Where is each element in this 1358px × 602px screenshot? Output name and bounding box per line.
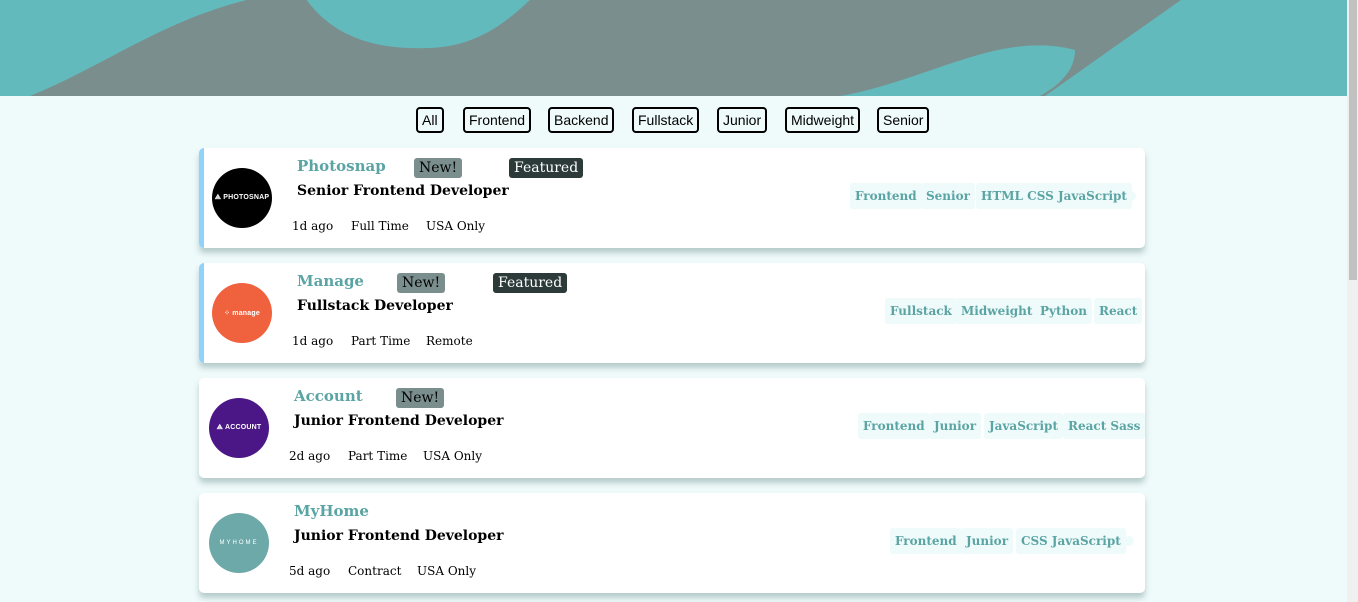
filter-bar: All Frontend Backend Fullstack Junior Mi… — [0, 107, 1347, 133]
job-location: Remote — [426, 334, 473, 348]
tag-frontend[interactable]: Frontend — [850, 183, 922, 209]
new-badge: New! — [397, 273, 446, 293]
contract-type: Part Time — [348, 449, 408, 463]
contract-type: Contract — [348, 564, 402, 578]
featured-badge: Featured — [493, 273, 568, 293]
featured-badge: Featured — [509, 158, 584, 178]
company-name: MyHome — [294, 502, 369, 520]
tag-junior[interactable]: Junior — [961, 528, 1014, 554]
company-logo: ⟁ PHOTOSNAP — [212, 168, 272, 228]
filter-junior-button[interactable]: Junior — [717, 107, 768, 133]
tag-tools[interactable]: HTML CSS JavaScript — [976, 183, 1132, 209]
filter-fullstack-button[interactable]: Fullstack — [632, 107, 700, 133]
tag-javascript[interactable]: JavaScript — [984, 413, 1063, 439]
contract-type: Part Time — [351, 334, 411, 348]
filter-all-button[interactable]: All — [416, 107, 444, 133]
tag-frontend[interactable]: Frontend — [858, 413, 930, 439]
posted-time: 1d ago — [292, 334, 334, 348]
job-location: USA Only — [417, 564, 476, 578]
tag-frontend[interactable]: Frontend — [890, 528, 962, 554]
posted-time: 1d ago — [292, 219, 334, 233]
posted-time: 2d ago — [289, 449, 331, 463]
posted-time: 5d ago — [289, 564, 331, 578]
filter-midweight-button[interactable]: Midweight — [785, 107, 861, 133]
tag-fullstack[interactable]: Fullstack — [885, 298, 957, 324]
job-position[interactable]: Senior Frontend Developer — [297, 183, 509, 199]
job-position[interactable]: Fullstack Developer — [297, 298, 453, 314]
company-logo: ⁘ manage — [212, 283, 272, 343]
job-card-myhome: MYHOME MyHome Junior Frontend Developer … — [199, 493, 1145, 593]
tag-midweight[interactable]: Midweight — [956, 298, 1038, 324]
new-badge: New! — [414, 158, 463, 178]
tag-senior[interactable]: Senior — [921, 183, 975, 209]
tag-react-sass[interactable]: React Sass — [1063, 413, 1145, 439]
tag-junior[interactable]: Junior — [929, 413, 982, 439]
company-logo: ⟁ ACCOUNT — [209, 398, 269, 458]
filter-frontend-button[interactable]: Frontend — [463, 107, 532, 133]
company-name: Photosnap — [297, 157, 386, 175]
job-card-account: ⟁ ACCOUNT Account New! Junior Frontend D… — [199, 378, 1145, 478]
company-name: Manage — [297, 272, 364, 290]
scrollbar-thumb[interactable] — [1349, 0, 1357, 280]
new-badge: New! — [396, 388, 445, 408]
tag-react[interactable]: React — [1094, 298, 1143, 324]
filter-backend-button[interactable]: Backend — [548, 107, 615, 133]
tag-python[interactable]: Python — [1035, 298, 1092, 324]
empty-tag — [1124, 536, 1134, 546]
tag-tools[interactable]: CSS JavaScript — [1016, 528, 1126, 554]
job-position[interactable]: Junior Frontend Developer — [294, 528, 504, 544]
job-card-manage: ⁘ manage Manage New! Featured Fullstack … — [199, 263, 1145, 363]
company-name: Account — [294, 387, 363, 405]
filter-senior-button[interactable]: Senior — [877, 107, 930, 133]
header-banner — [0, 0, 1347, 96]
job-location: USA Only — [423, 449, 482, 463]
job-card-photosnap: ⟁ PHOTOSNAP Photosnap New! Featured Seni… — [199, 148, 1145, 248]
empty-tag — [1126, 191, 1136, 201]
header-wave-pattern — [30, 0, 1181, 96]
contract-type: Full Time — [351, 219, 409, 233]
company-logo: MYHOME — [209, 513, 269, 573]
job-location: USA Only — [426, 219, 485, 233]
job-position[interactable]: Junior Frontend Developer — [294, 413, 504, 429]
